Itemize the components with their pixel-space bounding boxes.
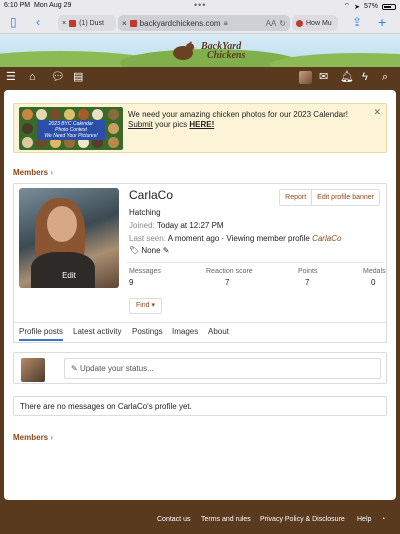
bolt-icon[interactable]: ϟ <box>362 70 368 84</box>
stat-value[interactable]: 0 <box>371 278 375 287</box>
last-seen-link[interactable]: CarlaCo <box>312 234 341 243</box>
hill-decoration <box>270 53 400 67</box>
browser-toolbar: ▯ ‹ × (1) Dust × backyardchickens.com 🔒︎… <box>0 12 400 34</box>
username: CarlaCo <box>129 188 174 202</box>
here-link[interactable]: HERE! <box>189 120 214 129</box>
stat-label: Reaction score <box>206 268 253 275</box>
new-tab-icon[interactable]: + <box>378 15 386 29</box>
footer-link-contact[interactable]: Contact us <box>157 516 190 523</box>
status-indicators: ⌔ ➤ 57% <box>344 2 396 11</box>
stat-value[interactable]: 7 <box>305 278 309 287</box>
member-profile-card: Edit CarlaCo Hatching Joined: Today at 1… <box>13 183 387 343</box>
address-bar[interactable]: backyardchickens.com <box>140 19 221 28</box>
profile-avatar[interactable]: Edit <box>19 188 119 288</box>
ios-status-bar: 6:10 PM Mon Aug 29 ••• ⌔ ➤ 57% <box>0 0 400 12</box>
mail-icon[interactable]: ✉ <box>319 70 328 84</box>
rss-icon[interactable]: ◔ <box>381 516 385 523</box>
footer-link-terms[interactable]: Terms and rules <box>201 516 251 523</box>
edit-avatar-label[interactable]: Edit <box>19 271 119 280</box>
breadcrumb-bottom[interactable]: Members › <box>13 433 53 442</box>
site-banner: BackYard Chickens <box>0 34 400 67</box>
user-title: Hatching <box>129 208 161 217</box>
location-icon: ➤ <box>354 3 360 11</box>
profile-tabs: Profile posts Latest activity Postings I… <box>14 322 386 342</box>
status-input[interactable]: ✎ Update your status... <box>64 358 381 379</box>
stat-value[interactable]: 9 <box>129 278 133 287</box>
tag-icon: 🏷︎ <box>129 246 140 255</box>
stat-value[interactable]: 7 <box>225 278 229 287</box>
pencil-icon[interactable]: ✎ <box>163 246 170 255</box>
site-nav: ☰ ⌂ 💬︎ ▤ ✉ 🔔︎ ϟ ⌕ <box>0 67 400 87</box>
favicon-icon <box>129 19 137 27</box>
profile-actions: Report Edit profile banner <box>279 189 380 206</box>
page-content: 2023 BYC Calendar Photo Contest We Need … <box>4 90 396 500</box>
battery-percent: 57% <box>363 3 378 10</box>
footer-link-privacy[interactable]: Privacy Policy & Disclosure <box>260 516 345 523</box>
stat-label: Medals <box>363 268 386 275</box>
tab-postings[interactable]: Postings <box>132 327 163 336</box>
clock: 6:10 PM Mon Aug 29 <box>4 2 72 9</box>
stat-label: Points <box>298 268 318 275</box>
home-icon[interactable]: ⌂ <box>29 70 36 84</box>
search-icon[interactable]: ⌕ <box>382 70 388 84</box>
browser-tab[interactable]: How Mu <box>292 15 338 31</box>
sidebar-icon[interactable]: ▯ <box>10 15 17 29</box>
find-dropdown[interactable]: Find ▾ <box>129 298 162 314</box>
lock-icon: 🔒︎ <box>223 18 228 27</box>
reader-aa-button[interactable]: AA <box>266 19 277 28</box>
site-footer: Contact us Terms and rules Privacy Polic… <box>0 508 400 534</box>
calendar-promo-image[interactable]: 2023 BYC Calendar Photo Contest We Need … <box>19 107 123 150</box>
account-avatar[interactable] <box>299 71 312 88</box>
stat-label: Messages <box>129 268 161 275</box>
tags-info: 🏷︎ None ✎ <box>129 246 170 255</box>
submit-link[interactable]: Submit <box>128 120 153 129</box>
battery-icon <box>382 3 396 10</box>
divider <box>127 262 384 263</box>
chat-icon[interactable]: 💬︎ <box>51 70 65 84</box>
calendar-notice: 2023 BYC Calendar Photo Contest We Need … <box>13 103 387 153</box>
alerts-icon[interactable]: 🔔︎ <box>340 70 354 84</box>
favicon-icon <box>69 19 77 27</box>
tab-images[interactable]: Images <box>172 327 198 336</box>
chicken-logo-icon <box>173 41 196 60</box>
breadcrumb[interactable]: Members › <box>13 168 53 177</box>
share-icon[interactable]: ⇪ <box>352 15 362 29</box>
report-button[interactable]: Report <box>280 190 311 205</box>
last-seen-info: Last seen: A moment ago · Viewing member… <box>129 234 342 243</box>
document-icon[interactable]: ▤ <box>73 70 83 84</box>
status-update-box: ✎ Update your status... <box>13 352 387 384</box>
back-icon[interactable]: ‹ <box>36 15 40 29</box>
reload-icon[interactable]: ↻ <box>279 19 286 28</box>
tab-about[interactable]: About <box>208 327 229 336</box>
tab-close-icon[interactable]: × <box>62 20 66 27</box>
edit-profile-banner-button[interactable]: Edit profile banner <box>311 190 379 205</box>
avatar[interactable] <box>21 358 45 382</box>
empty-message: There are no messages on CarlaCo's profi… <box>13 396 387 416</box>
footer-link-help[interactable]: Help <box>357 516 371 523</box>
tab-close-icon[interactable]: × <box>122 19 127 28</box>
favicon-icon <box>296 19 303 27</box>
notice-message: We need your amazing chicken photos for … <box>128 110 348 129</box>
close-icon[interactable]: ✕ <box>373 107 381 118</box>
tab-latest-activity[interactable]: Latest activity <box>73 327 121 336</box>
browser-tab-active[interactable]: × backyardchickens.com 🔒︎ AA ↻ <box>118 15 290 31</box>
multitasking-dots[interactable]: ••• <box>194 0 206 10</box>
browser-tab[interactable]: × (1) Dust <box>58 15 116 31</box>
pencil-icon: ✎ <box>71 364 78 373</box>
menu-icon[interactable]: ☰ <box>6 70 16 84</box>
tab-profile-posts[interactable]: Profile posts <box>19 327 64 341</box>
wifi-icon: ⌔ <box>343 3 351 10</box>
joined-info: Joined: Today at 12:27 PM <box>129 221 224 230</box>
site-logo[interactable]: BackYard Chickens <box>201 42 245 61</box>
